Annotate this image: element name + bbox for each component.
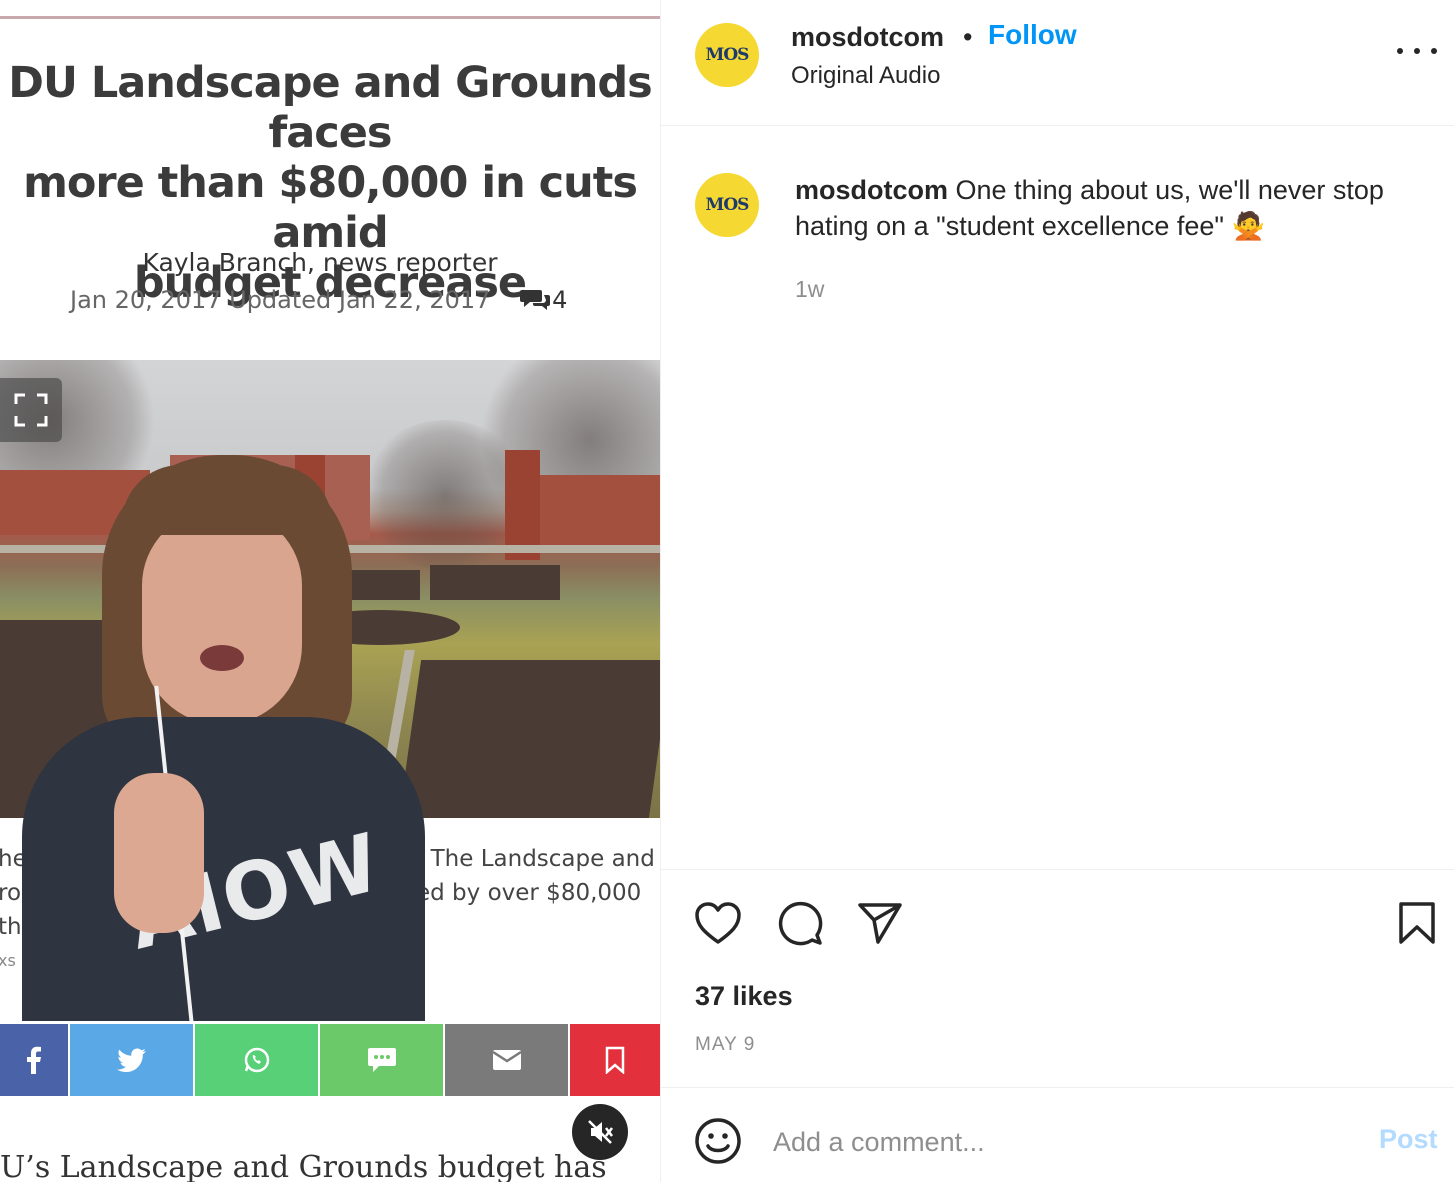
- fullscreen-button[interactable]: [0, 378, 62, 442]
- emoji-button[interactable]: [693, 1116, 743, 1166]
- comment-divider: [661, 1087, 1454, 1088]
- actions-divider: [661, 869, 1454, 870]
- post-date: MAY 9: [695, 1034, 756, 1055]
- article-top-divider: [0, 16, 660, 19]
- comments-icon: [520, 290, 551, 310]
- post-comment-button[interactable]: Post: [1379, 1124, 1438, 1155]
- headline-line: more than $80,000 in cuts amid: [23, 158, 638, 258]
- smiley-icon: [695, 1118, 741, 1164]
- avatar-logo-text: MOS: [705, 195, 750, 215]
- share-facebook-button[interactable]: [0, 1024, 70, 1096]
- email-icon: [491, 1050, 522, 1070]
- author-username[interactable]: mosdotcom: [791, 22, 944, 53]
- caption-avatar[interactable]: MOS: [695, 173, 759, 237]
- sms-icon: [367, 1048, 396, 1072]
- twitter-icon: [116, 1048, 146, 1072]
- bookmark-icon: [605, 1046, 625, 1074]
- header-separator: •: [963, 22, 973, 52]
- audio-label[interactable]: Original Audio: [791, 62, 940, 90]
- like-button[interactable]: [693, 898, 743, 948]
- facebook-icon: [27, 1046, 41, 1074]
- share-button[interactable]: [855, 898, 905, 948]
- comment-button[interactable]: [775, 898, 825, 948]
- caption-right: . The Landscape and ed by over $80,000: [416, 846, 655, 906]
- avatar-logo-text: MOS: [705, 45, 750, 65]
- heart-icon: [695, 902, 741, 944]
- author-avatar[interactable]: MOS: [695, 23, 759, 87]
- bookmark-icon: [1399, 902, 1435, 944]
- article-comments: 4: [520, 286, 567, 314]
- share-bookmark-button[interactable]: [570, 1024, 660, 1096]
- comment-count: 4: [552, 286, 568, 314]
- comment-input[interactable]: [773, 1120, 1333, 1164]
- fullscreen-icon: [14, 393, 48, 427]
- caption-username[interactable]: mosdotcom: [795, 175, 948, 205]
- post-header: MOS mosdotcom • Follow Original Audio: [661, 0, 1454, 126]
- whatsapp-icon: [244, 1047, 269, 1073]
- share-sms-button[interactable]: [320, 1024, 445, 1096]
- share-email-button[interactable]: [445, 1024, 570, 1096]
- more-options-button[interactable]: [1397, 36, 1437, 66]
- article-share-bar: [0, 1024, 660, 1096]
- article-dateline: Jan 20, 2017 Updated Jan 22, 2017 4: [70, 286, 567, 314]
- article-byline: Kayla Branch, news reporter: [142, 248, 498, 277]
- headline-line: DU Landscape and Grounds faces: [8, 58, 652, 158]
- post-age: 1w: [795, 276, 825, 302]
- paper-plane-icon: [858, 903, 902, 944]
- post-caption: mosdotcom One thing about us, we'll neve…: [795, 172, 1435, 244]
- presenter-overlay: AIOW: [22, 455, 425, 1021]
- share-twitter-button[interactable]: [70, 1024, 195, 1096]
- speech-bubble-icon: [778, 901, 823, 946]
- likes-count[interactable]: 37 likes: [695, 981, 793, 1012]
- reel-video[interactable]: DU Landscape and Grounds faces more than…: [0, 0, 660, 1182]
- follow-button[interactable]: Follow: [988, 19, 1077, 51]
- share-whatsapp-button[interactable]: [195, 1024, 320, 1096]
- muted-speaker-icon: [588, 1120, 613, 1144]
- post-panel: MOS mosdotcom • Follow Original Audio MO…: [660, 0, 1454, 1182]
- article-dates: Jan 20, 2017 Updated Jan 22, 2017: [70, 286, 491, 314]
- more-icon: [1397, 48, 1403, 54]
- save-button[interactable]: [1395, 898, 1439, 948]
- mute-toggle-button[interactable]: [572, 1104, 628, 1160]
- article-body-text: U’s Landscape and Grounds budget has: [0, 1150, 607, 1182]
